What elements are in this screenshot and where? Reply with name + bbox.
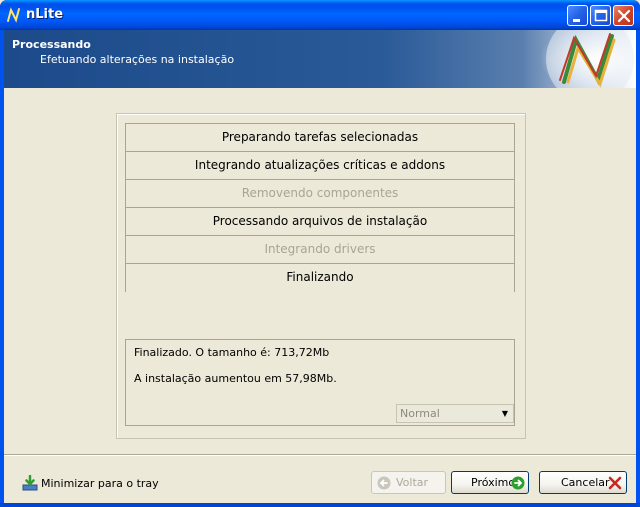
page-title: Processando (12, 38, 91, 51)
window-title: nLite (26, 7, 64, 22)
maximize-icon (594, 9, 608, 22)
status-increase-text: A instalação aumentou em 57,98Mb. (134, 372, 337, 385)
task-item: Processando arquivos de instalação (126, 208, 514, 236)
minimize-icon (573, 19, 580, 22)
next-arrow-icon (511, 476, 525, 490)
minimize-to-tray-label: Minimizar para o tray (41, 477, 159, 490)
close-button[interactable] (613, 5, 634, 26)
nlite-logo-icon (7, 7, 20, 23)
task-item: Removendo componentes (126, 180, 514, 208)
task-item: Preparando tarefas selecionadas (126, 124, 514, 152)
window-border-bottom (0, 503, 640, 507)
cancel-button-label: Cancelar (561, 476, 610, 489)
task-item: Finalizando (126, 264, 514, 292)
priority-select[interactable]: Normal ▼ (396, 404, 514, 423)
back-button[interactable]: Voltar (371, 471, 446, 494)
chevron-down-icon[interactable]: ▼ (497, 405, 513, 422)
close-icon (617, 9, 631, 23)
title-bar[interactable]: nLite (0, 0, 640, 30)
window-client-area: Processando Efetuando alterações na inst… (4, 30, 636, 503)
back-button-label: Voltar (396, 476, 429, 489)
minimize-button[interactable] (567, 5, 588, 26)
cancel-x-icon (608, 476, 622, 490)
task-item: Integrando atualizações críticas e addon… (126, 152, 514, 180)
status-size-text: Finalizado. O tamanho é: 713,72Mb (134, 346, 330, 359)
status-log: Finalizado. O tamanho é: 713,72Mb A inst… (125, 339, 515, 426)
footer-divider (4, 454, 636, 456)
next-button[interactable]: Próximo (451, 471, 529, 494)
application-window: nLite Processando Efetuando alterações n… (0, 0, 640, 507)
back-arrow-icon (377, 476, 391, 490)
next-button-label: Próximo (471, 476, 516, 489)
task-list: Preparando tarefas selecionadas Integran… (125, 123, 515, 292)
nlite-banner-logo-icon (540, 30, 636, 88)
maximize-button[interactable] (590, 5, 611, 26)
processing-panel: Preparando tarefas selecionadas Integran… (116, 113, 526, 439)
download-tray-icon (22, 475, 38, 491)
task-item: Integrando drivers (126, 236, 514, 264)
priority-select-value: Normal (400, 407, 440, 420)
page-subtitle: Efetuando alterações na instalação (40, 53, 235, 66)
cancel-button[interactable]: Cancelar (539, 471, 627, 494)
window-border-right (636, 30, 640, 507)
header-banner: Processando Efetuando alterações na inst… (4, 30, 636, 88)
